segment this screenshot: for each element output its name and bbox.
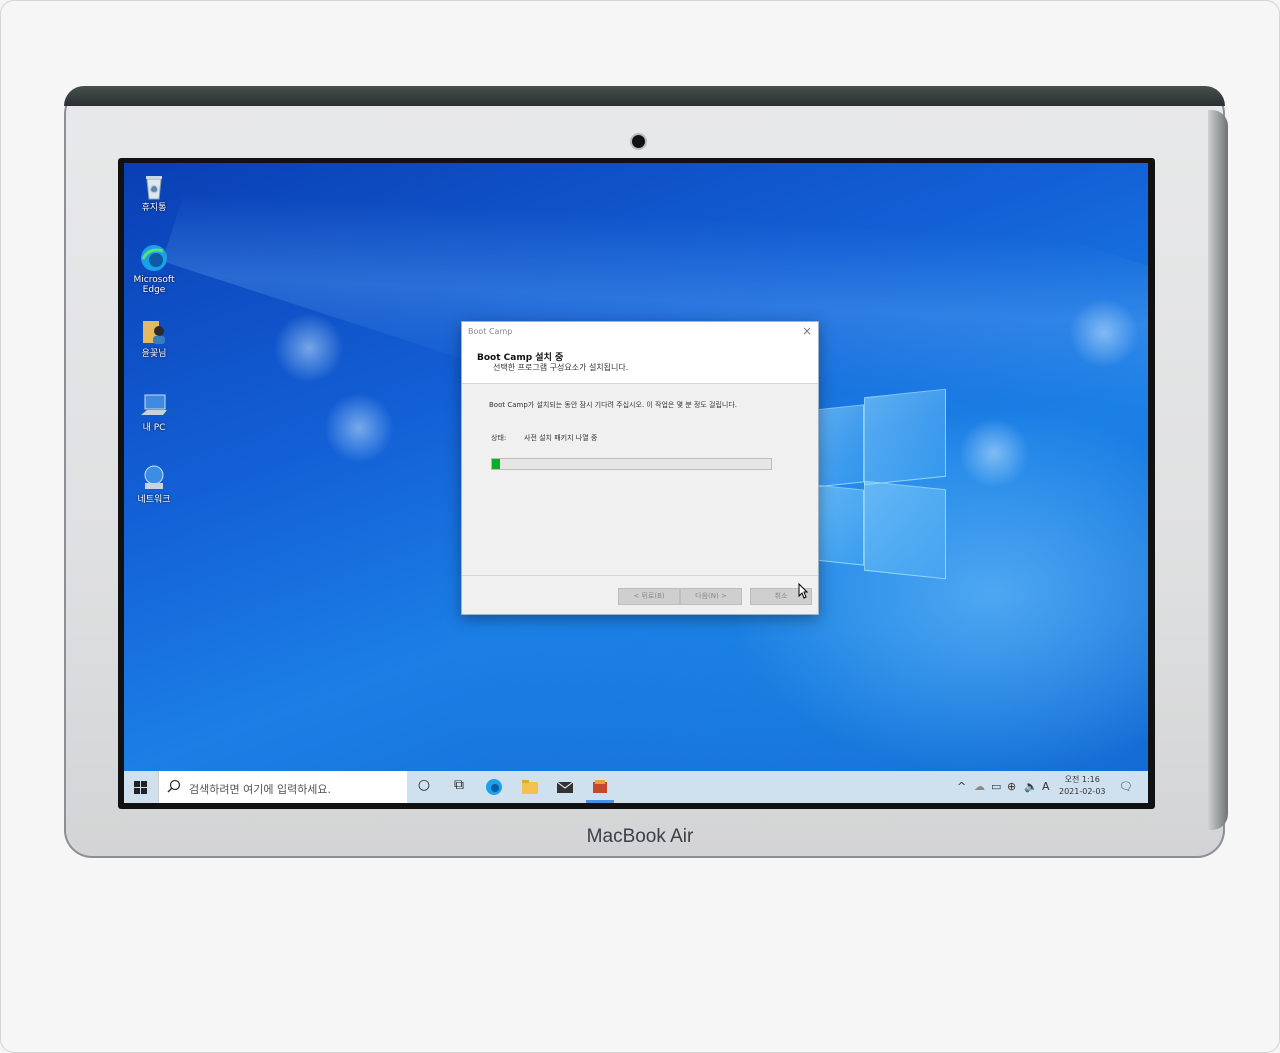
dialog-window-title: Boot Camp xyxy=(468,327,513,336)
wallpaper-glare xyxy=(959,418,1029,488)
wallpaper-glare xyxy=(1069,298,1139,368)
windows-logo-wallpaper xyxy=(814,388,954,580)
close-icon[interactable]: × xyxy=(802,324,812,338)
task-view-icon[interactable]: ⧉ xyxy=(449,777,469,797)
notification-center-icon[interactable]: 🗨 xyxy=(1119,780,1133,793)
desktop-icon-label: Microsoft Edge xyxy=(133,275,175,295)
tray-chevron-up-icon[interactable]: ^ xyxy=(957,780,966,793)
progress-fill xyxy=(492,459,501,469)
taskbar: 검색하려면 여기에 입력하세요. ○ ⧉ ^ ☁ ▭ ⊕ 🔈 A 오전 1:16… xyxy=(124,771,1148,803)
wallpaper-glare xyxy=(324,393,394,463)
bootcamp-taskbar-icon[interactable] xyxy=(590,777,610,797)
desktop-icon-label: 윤꽃님 xyxy=(141,349,167,359)
file-explorer-icon[interactable] xyxy=(520,777,540,797)
windows-desktop: ♻ 휴지통 Microsoft Edge 윤꽃님 내 PC 네트워크 Boot … xyxy=(124,163,1148,803)
windows-start-icon[interactable] xyxy=(134,781,147,794)
desktop-icon-recycle-bin[interactable]: ♻ 휴지통 xyxy=(128,171,180,213)
input-indicator[interactable]: A xyxy=(1042,780,1050,793)
edge-taskbar-icon[interactable] xyxy=(484,777,504,797)
laptop-side xyxy=(1208,110,1228,830)
back-button[interactable]: < 뒤로(B) xyxy=(618,588,680,605)
webcam xyxy=(632,135,645,148)
recycle-bin-icon: ♻ xyxy=(146,176,162,200)
clock-date: 2021-02-03 xyxy=(1059,787,1106,796)
dialog-instructions: Boot Camp가 설치되는 동안 잠시 기다려 주십시오. 이 작업은 몇 … xyxy=(489,401,738,409)
svg-text:♻: ♻ xyxy=(150,185,157,194)
search-icon xyxy=(167,779,181,793)
status-label: 상태: xyxy=(491,434,507,442)
desktop-icon-label: 내 PC xyxy=(142,423,166,433)
search-placeholder: 검색하려면 여기에 입력하세요. xyxy=(189,783,332,796)
dialog-titlebar[interactable]: Boot Camp × xyxy=(462,322,818,340)
desktop-icon-this-pc[interactable]: 내 PC xyxy=(128,391,180,433)
user-folder-icon xyxy=(143,321,165,344)
desktop-icon-label: 네트워크 xyxy=(137,495,171,505)
tray-volume-icon[interactable]: 🔈 xyxy=(1024,780,1038,793)
active-app-indicator xyxy=(586,800,614,803)
tray-cloud-icon[interactable]: ☁ xyxy=(974,780,985,793)
next-button[interactable]: 다음(N) > xyxy=(680,588,742,605)
mail-icon[interactable] xyxy=(555,777,575,797)
dialog-header-subtitle: 선택한 프로그램 구성요소가 설치됩니다. xyxy=(493,363,629,372)
clock-time: 오전 1:16 xyxy=(1064,775,1100,784)
this-pc-icon xyxy=(141,394,167,415)
desktop-icon-user-folder[interactable]: 윤꽃님 xyxy=(128,317,180,359)
status-value: 사전 설치 패키지 나열 중 xyxy=(524,434,598,442)
mouse-cursor-icon xyxy=(798,583,808,599)
desktop-icon-label: 휴지통 xyxy=(141,203,167,213)
taskbar-clock[interactable]: 오전 1:16 2021-02-03 xyxy=(1059,774,1106,798)
dialog-header: Boot Camp 설치 중 선택한 프로그램 구성요소가 설치됩니다. xyxy=(462,340,818,384)
install-progress-bar xyxy=(491,458,772,470)
tray-network-globe-icon[interactable]: ⊕ xyxy=(1007,780,1016,793)
laptop-top-edge xyxy=(64,86,1225,106)
brand-label: MacBook Air xyxy=(586,826,694,847)
network-icon xyxy=(144,465,164,489)
desktop-icon-network[interactable]: 네트워크 xyxy=(128,463,180,505)
desktop-icon-edge[interactable]: Microsoft Edge xyxy=(128,243,180,295)
tray-battery-icon[interactable]: ▭ xyxy=(991,780,1001,793)
cortana-icon[interactable]: ○ xyxy=(414,777,434,797)
bootcamp-installer-dialog: Boot Camp × Boot Camp 설치 중 선택한 프로그램 구성요소… xyxy=(461,321,819,615)
footer-divider xyxy=(462,575,818,576)
wallpaper-glare xyxy=(274,313,344,383)
edge-icon xyxy=(141,245,167,271)
taskbar-search-box[interactable]: 검색하려면 여기에 입력하세요. xyxy=(158,771,407,803)
